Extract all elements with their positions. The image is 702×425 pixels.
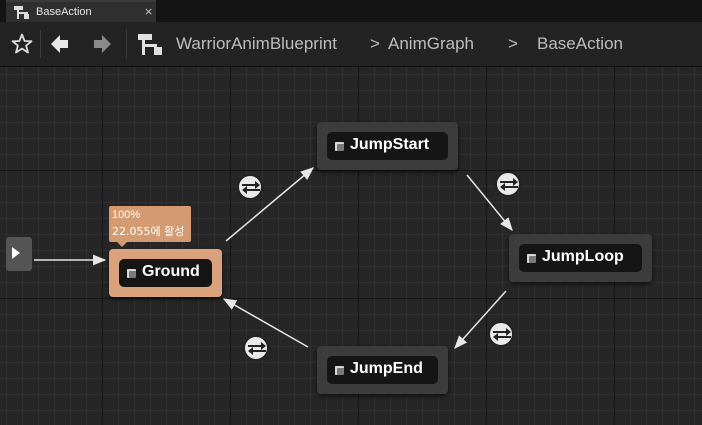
weight-percent: 100% <box>112 209 141 221</box>
state-node-body: JumpStart <box>327 132 448 160</box>
transition-icon <box>242 181 260 194</box>
tab-baseaction[interactable]: BaseAction × <box>6 0 156 22</box>
entry-node[interactable] <box>6 237 32 271</box>
state-node-body: Ground <box>119 259 212 287</box>
tab-label: BaseAction <box>36 6 92 18</box>
breadcrumb-animgraph[interactable]: AnimGraph <box>388 34 474 54</box>
forward-arrow-icon[interactable] <box>92 33 112 59</box>
breadcrumb-warrioranimblueprint[interactable]: WarriorAnimBlueprint <box>176 34 337 54</box>
toolbar-separator <box>40 30 41 58</box>
transition-jumploop-jumpend[interactable] <box>488 321 514 347</box>
state-icon <box>127 269 136 278</box>
state-label: JumpStart <box>350 136 430 153</box>
state-label: JumpLoop <box>542 248 624 265</box>
entry-icon <box>12 247 20 259</box>
state-icon <box>527 254 536 263</box>
transition-icon <box>248 342 266 355</box>
state-status-tooltip: 100% 22.055에 활성 <box>109 206 191 247</box>
breadcrumb-baseaction[interactable]: BaseAction <box>537 34 623 54</box>
state-icon <box>335 142 344 151</box>
state-node-jumpstart[interactable]: JumpStart <box>317 122 458 170</box>
state-node-jumpend[interactable]: JumpEnd <box>317 346 448 394</box>
back-arrow-icon[interactable] <box>50 33 70 59</box>
breadcrumb-separator: > <box>508 34 518 53</box>
state-node-jumploop[interactable]: JumpLoop <box>509 234 652 282</box>
state-label: JumpEnd <box>350 360 423 377</box>
tooltip-tail <box>117 242 127 247</box>
transition-jumpend-ground[interactable] <box>243 335 269 361</box>
tab-bar: BaseAction × <box>0 0 702 22</box>
toolbar-separator <box>126 30 127 58</box>
transition-ground-jumpstart[interactable] <box>237 174 263 200</box>
active-time: 22.055에 활성 <box>112 225 185 238</box>
transition-icon <box>500 178 518 191</box>
close-icon[interactable]: × <box>144 5 153 18</box>
state-machine-graph[interactable]: 100% 22.055에 활성 Ground JumpStart JumpLoo… <box>0 67 702 425</box>
star-icon[interactable] <box>11 33 33 59</box>
transition-icon <box>493 328 511 341</box>
state-node-ground[interactable]: Ground <box>109 249 222 297</box>
transition-jumpstart-jumploop[interactable] <box>495 171 521 197</box>
state-icon <box>335 366 344 375</box>
state-node-body: JumpLoop <box>519 244 642 272</box>
state-node-body: JumpEnd <box>327 356 438 384</box>
breadcrumb-separator: > <box>370 34 380 53</box>
state-label: Ground <box>142 263 200 280</box>
blueprint-graph-icon <box>138 33 164 61</box>
toolbar: WarriorAnimBlueprint > AnimGraph > BaseA… <box>0 22 702 67</box>
